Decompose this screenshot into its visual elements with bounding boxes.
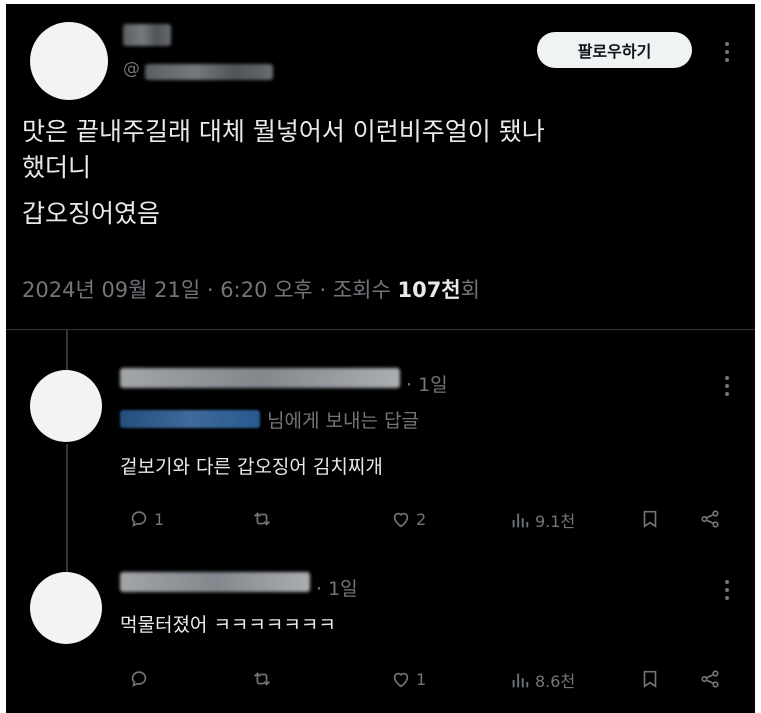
more-options-icon[interactable] [724, 580, 730, 604]
meta-separator: · [206, 278, 214, 302]
tweet-text-line: 맛은 끝내주길래 대체 뭘넣어서 이런비주얼이 됐나 [22, 117, 545, 146]
reply-avatar[interactable] [30, 572, 102, 644]
views-button[interactable]: 8.6천 [509, 668, 575, 692]
reply-time[interactable]: · 1일 [406, 370, 448, 397]
bookmark-icon [643, 510, 657, 528]
tweet-date[interactable]: 2024년 09월 21일 [22, 278, 200, 302]
author-handle[interactable]: @ [123, 59, 140, 79]
comment-icon [131, 511, 147, 527]
tweet-detail-screen: @ 팔로우하기 맛은 끝내주길래 대체 뭘넣어서 이런비주얼이 됐나 했더니 갑… [6, 4, 755, 713]
meta-separator: · [319, 278, 327, 302]
thread-line [66, 330, 68, 370]
reply-time[interactable]: · 1일 [316, 574, 358, 601]
reply-to-label: 님에게 보내는 답글 [267, 410, 419, 432]
views-chart-icon [512, 673, 529, 688]
thread-line [66, 444, 68, 574]
like-count: 2 [416, 509, 427, 529]
more-options-icon[interactable] [724, 42, 730, 66]
bookmark-icon [643, 670, 657, 688]
share-icon [701, 510, 719, 528]
reply-author-redacted[interactable] [120, 572, 310, 592]
share-button[interactable] [699, 508, 725, 530]
retweet-icon [254, 512, 270, 526]
reply-button[interactable]: 1 [128, 508, 164, 530]
author-handle-redacted [145, 64, 273, 80]
views-count: 8.6천 [535, 672, 576, 691]
heart-icon [393, 672, 409, 688]
comment-icon [131, 671, 147, 687]
reply-to-handle-redacted[interactable] [120, 410, 260, 428]
views-button[interactable]: 9.1천 [509, 508, 575, 532]
views-chart-icon [512, 513, 529, 528]
heart-icon [393, 512, 409, 528]
views-label: 조회수 [332, 278, 391, 302]
handle-at-sign: @ [123, 59, 140, 79]
bookmark-button[interactable] [639, 508, 665, 530]
share-button[interactable] [699, 668, 725, 690]
share-icon [701, 670, 719, 688]
divider [6, 329, 755, 330]
reply-avatar[interactable] [30, 370, 102, 442]
tweet-text-line: 갑오징어였음 [22, 199, 161, 228]
author-name-redacted[interactable] [123, 24, 171, 46]
retweet-button[interactable] [251, 508, 277, 530]
tweet-text: 맛은 끝내주길래 대체 뭘넣어서 이런비주얼이 됐나 했더니 갑오징어였음 [22, 114, 742, 232]
views-suffix: 회 [460, 278, 480, 302]
reply-text: 먹물터졌어 ㅋㅋㅋㅋㅋㅋㅋ [120, 614, 336, 636]
like-count: 1 [416, 669, 427, 689]
reply-button[interactable] [128, 668, 154, 690]
retweet-icon [254, 672, 270, 686]
like-button[interactable]: 1 [390, 668, 426, 690]
tweet-time[interactable]: 6:20 오후 [220, 278, 312, 302]
views-count: 107천 [397, 278, 461, 302]
like-button[interactable]: 2 [390, 508, 426, 530]
reply-count: 1 [154, 509, 165, 529]
reply-author-redacted[interactable] [120, 368, 400, 388]
reply-text: 겉보기와 다른 갑오징어 김치찌개 [120, 456, 383, 478]
more-options-icon[interactable] [724, 376, 730, 400]
tweet-meta: 2024년 09월 21일 · 6:20 오후 · 조회수 107천회 [22, 274, 480, 304]
tweet-text-line: 했더니 [22, 153, 92, 182]
views-count: 9.1천 [535, 512, 576, 531]
bookmark-button[interactable] [639, 668, 665, 690]
follow-button[interactable]: 팔로우하기 [537, 32, 692, 68]
retweet-button[interactable] [251, 668, 277, 690]
author-avatar[interactable] [30, 22, 108, 100]
